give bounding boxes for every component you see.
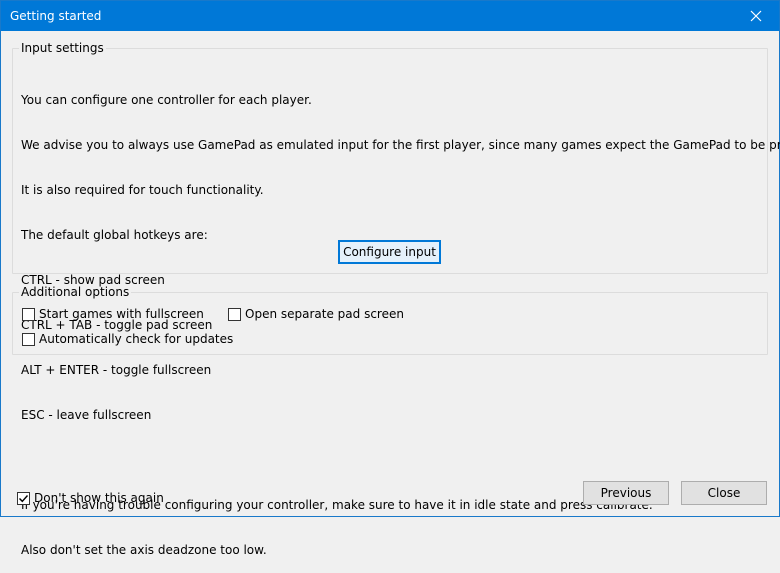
info-line: We advise you to always use GamePad as e… (21, 138, 780, 152)
checkmark-icon (19, 494, 29, 502)
configure-input-button[interactable]: Configure input (338, 240, 441, 264)
hotkey-line: ALT + ENTER - toggle fullscreen (21, 363, 212, 377)
checkbox-box[interactable] (22, 332, 35, 346)
dont-show-again-checkbox[interactable]: Don't show this again (17, 491, 164, 505)
close-icon (750, 10, 762, 22)
separate-pad-screen-checkbox[interactable]: Open separate pad screen (228, 307, 404, 321)
input-settings-legend: Input settings (21, 41, 104, 55)
checkbox-box-checked[interactable] (17, 491, 30, 505)
separate-pad-screen-label: Open separate pad screen (245, 307, 404, 321)
checkbox-box[interactable] (228, 307, 241, 321)
dont-show-again-label: Don't show this again (34, 491, 164, 505)
info-line: You can configure one controller for eac… (21, 93, 312, 107)
info-line: Also don't set the axis deadzone too low… (21, 543, 267, 557)
window-title: Getting started (10, 9, 102, 23)
previous-button[interactable]: Previous (583, 481, 669, 505)
window-close-button[interactable] (733, 1, 779, 31)
start-fullscreen-checkbox[interactable]: Start games with fullscreen (22, 307, 204, 321)
title-bar: Getting started (1, 1, 779, 31)
auto-update-checkbox[interactable]: Automatically check for updates (22, 332, 233, 346)
info-line: It is also required for touch functional… (21, 183, 264, 197)
close-button[interactable]: Close (681, 481, 767, 505)
auto-update-label: Automatically check for updates (39, 332, 234, 346)
start-fullscreen-label: Start games with fullscreen (39, 307, 204, 321)
additional-options-legend: Additional options (21, 285, 130, 299)
hotkey-line: ESC - leave fullscreen (21, 408, 152, 422)
checkbox-box[interactable] (22, 307, 35, 321)
